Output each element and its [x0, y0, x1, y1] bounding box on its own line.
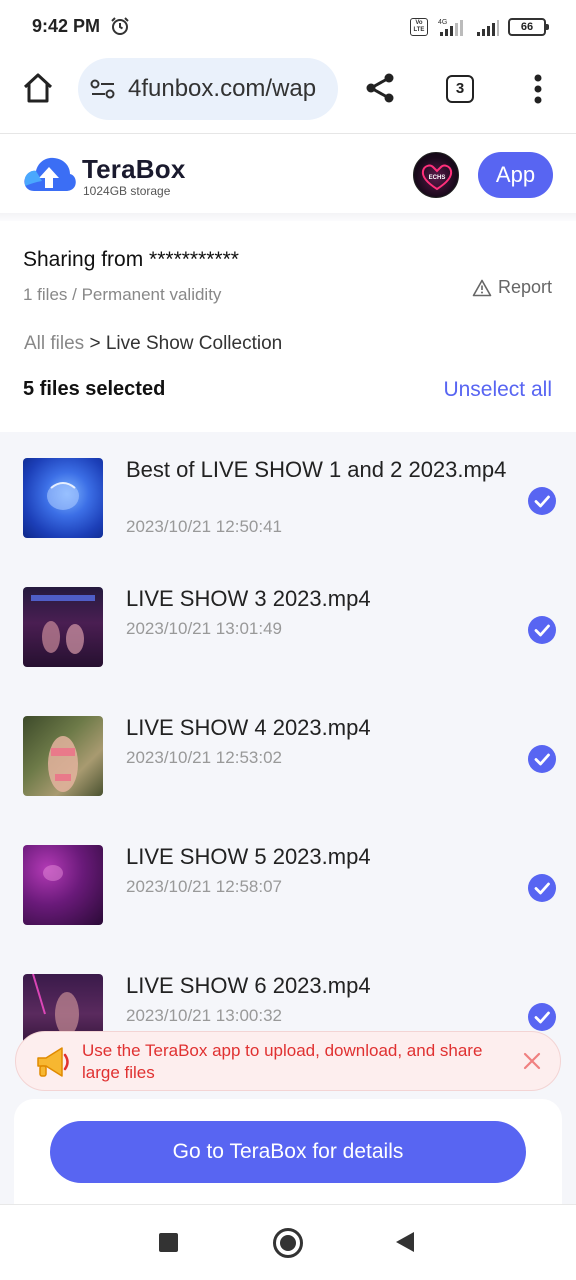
browser-toolbar: 4funbox.com/wap 3: [0, 56, 576, 134]
battery-icon: 66: [508, 18, 549, 36]
list-item[interactable]: LIVE SHOW 4 2023.mp4 2023/10/21 12:53:02: [0, 690, 576, 819]
home-nav-icon[interactable]: [273, 1228, 303, 1258]
unselect-all-button[interactable]: Unselect all: [443, 378, 552, 402]
signal-icon: [477, 20, 499, 36]
heart-logo-icon: ECHS: [421, 164, 453, 191]
file-name[interactable]: LIVE SHOW 6 2023.mp4: [126, 972, 516, 1000]
breadcrumb-current: Live Show Collection: [105, 333, 283, 354]
checkmark-icon: [534, 753, 550, 766]
home-icon[interactable]: [20, 70, 56, 106]
sharing-from: Sharing from ***********: [23, 248, 239, 271]
alarm-icon: [111, 17, 129, 35]
address-bar[interactable]: 4funbox.com/wap: [78, 58, 338, 120]
divider: [0, 213, 576, 221]
breadcrumb-all-files[interactable]: All files: [24, 333, 84, 354]
terabox-header: TeraBox 1024GB storage ECHS App: [0, 135, 576, 213]
file-name[interactable]: LIVE SHOW 4 2023.mp4: [126, 714, 516, 742]
go-to-terabox-button[interactable]: Go to TeraBox for details: [50, 1121, 526, 1183]
close-icon[interactable]: [522, 1051, 542, 1071]
selected-count: 5 files selected: [23, 378, 166, 400]
video-thumbnail[interactable]: [23, 587, 103, 667]
thumbnail-image: [43, 865, 63, 881]
thumbnail-image: [48, 736, 78, 792]
list-item[interactable]: Best of LIVE SHOW 1 and 2 2023.mp4 2023/…: [0, 432, 576, 561]
file-meta: 1 files / Permanent validity: [23, 285, 222, 304]
cta-card: Go to TeraBox for details: [14, 1099, 562, 1204]
more-options-icon[interactable]: [526, 72, 550, 106]
report-link[interactable]: Report: [472, 277, 552, 298]
list-item[interactable]: LIVE SHOW 5 2023.mp4 2023/10/21 12:58:07: [0, 819, 576, 948]
url-text[interactable]: 4funbox.com/wap: [128, 75, 316, 103]
open-app-button[interactable]: App: [478, 152, 553, 198]
system-nav-bar: [0, 1204, 576, 1280]
checkmark-icon: [534, 624, 550, 637]
breadcrumb-separator: >: [84, 333, 106, 354]
file-name[interactable]: LIVE SHOW 3 2023.mp4: [126, 585, 516, 613]
list-item[interactable]: LIVE SHOW 3 2023.mp4 2023/10/21 13:01:49: [0, 561, 576, 690]
video-thumbnail[interactable]: [23, 458, 103, 538]
app-promo-banner[interactable]: Use the TeraBox app to upload, download,…: [15, 1031, 561, 1091]
site-settings-icon[interactable]: [90, 78, 116, 100]
status-bar: 9:42 PM Vo LTE 4G 66: [0, 0, 576, 56]
svg-text:ECHS: ECHS: [429, 175, 446, 181]
file-date: 2023/10/21 12:53:02: [126, 748, 282, 767]
file-name[interactable]: Best of LIVE SHOW 1 and 2 2023.mp4: [126, 456, 516, 484]
storage-label: 1024GB storage: [83, 184, 171, 198]
brand-name: TeraBox: [82, 154, 186, 184]
file-name[interactable]: LIVE SHOW 5 2023.mp4: [126, 843, 516, 871]
volte-icon: Vo LTE: [410, 18, 428, 36]
thumbnail-image: [31, 595, 95, 654]
terabox-logo-icon[interactable]: [22, 153, 76, 195]
selected-checkbox[interactable]: [528, 874, 556, 902]
thumbnail-image: [47, 482, 79, 510]
share-icon[interactable]: [362, 70, 398, 106]
cta-area: Go to TeraBox for details: [0, 1091, 576, 1204]
warning-icon: [472, 279, 492, 296]
megaphone-icon: [37, 1047, 69, 1077]
avatar[interactable]: ECHS: [413, 152, 459, 198]
selected-checkbox[interactable]: [528, 745, 556, 773]
file-date: 2023/10/21 13:01:49: [126, 619, 282, 638]
recent-apps-icon[interactable]: [159, 1233, 178, 1252]
status-icons: Vo LTE 4G 66: [410, 14, 549, 40]
back-icon[interactable]: [396, 1232, 414, 1252]
checkmark-icon: [534, 495, 550, 508]
selected-checkbox[interactable]: [528, 1003, 556, 1031]
file-list: Best of LIVE SHOW 1 and 2 2023.mp4 2023/…: [0, 432, 576, 1132]
video-thumbnail[interactable]: [23, 716, 103, 796]
breadcrumb: All files > Live Show Collection: [24, 333, 282, 355]
signal-4g-icon: 4G: [438, 19, 463, 36]
selected-checkbox[interactable]: [528, 487, 556, 515]
promo-text: Use the TeraBox app to upload, download,…: [82, 1041, 483, 1082]
checkmark-icon: [534, 1011, 550, 1024]
file-date: 2023/10/21 13:00:32: [126, 1006, 282, 1025]
share-info: Sharing from *********** 1 files / Perma…: [0, 221, 576, 432]
video-thumbnail[interactable]: [23, 845, 103, 925]
checkmark-icon: [534, 882, 550, 895]
file-date: 2023/10/21 12:58:07: [126, 877, 282, 896]
file-date: 2023/10/21 12:50:41: [126, 517, 282, 536]
report-label: Report: [497, 277, 552, 297]
status-time: 9:42 PM: [32, 16, 101, 36]
selected-checkbox[interactable]: [528, 616, 556, 644]
svg-text:4G: 4G: [438, 19, 447, 26]
tab-switcher-button[interactable]: 3: [446, 75, 474, 103]
